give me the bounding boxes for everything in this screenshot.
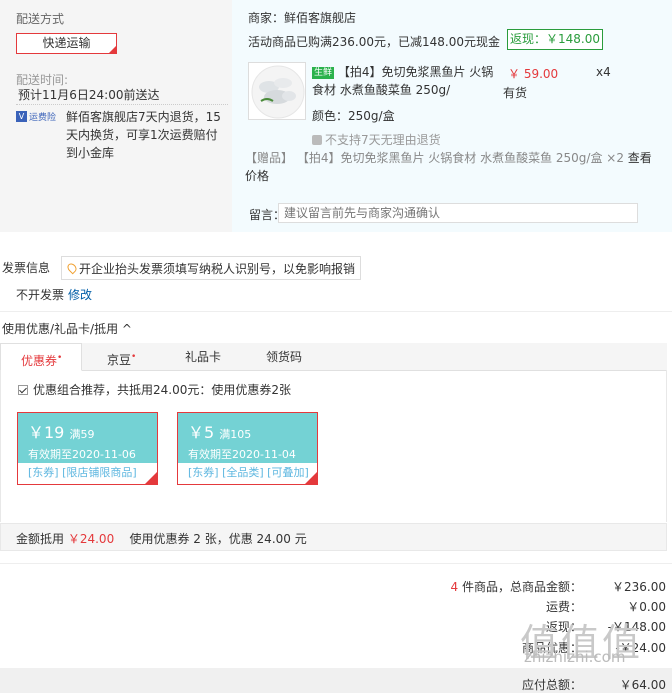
message-input[interactable] (278, 203, 638, 223)
gift-line: 【赠品】 【拍4】免切免浆黑鱼片 火锅食材 水煮鱼酸菜鱼 250g/盒 ×2 查… (245, 149, 655, 185)
section-divider (0, 311, 672, 312)
no-return-notice: 不支持7天无理由退货 (312, 131, 441, 148)
discount-header-label: 使用优惠/礼品卡/抵用 (2, 322, 119, 336)
shipping-method-label: 快递运输 (42, 36, 91, 50)
tab-dot-icon: • (57, 353, 63, 363)
goods-count-text: 件商品，总商品金额： (461, 580, 582, 594)
cashback-badge: 返现：￥148.00 (507, 29, 603, 50)
goods-count-label: 4 件商品，总商品金额： (382, 578, 582, 595)
coupon-amount: ￥19 (28, 423, 65, 442)
tab-coupons[interactable]: 优惠券• (0, 343, 82, 371)
coupon-scope: [东券] [限店铺限商品] (28, 466, 137, 479)
gift-text: 【赠品】 【拍4】免切免浆黑鱼片 火锅食材 水煮鱼酸菜鱼 250g/盒 ×2 (245, 151, 624, 165)
coupon-card-top: ￥5 满105 有效期至2020-11-04 (178, 413, 317, 463)
goods-count: 4 (450, 580, 459, 594)
insurance-shield-icon: V (16, 111, 27, 122)
combo-checkbox[interactable] (18, 384, 28, 395)
product-title-text[interactable]: 【拍4】免切免浆黑鱼片 火锅食材 水煮鱼酸菜鱼 250g/ (312, 65, 493, 97)
invoice-label: 发票信息 (2, 261, 51, 275)
tab-giftcard-label: 礼品卡 (185, 350, 222, 364)
coupon-card[interactable]: ￥5 满105 有效期至2020-11-04 [东券] [全品类] [可叠加] (177, 412, 318, 485)
watermark-url: zhizhizhi.com (524, 648, 626, 666)
coupon-amount: ￥5 (188, 423, 215, 442)
product-stock: 有货 (503, 86, 528, 100)
payable-label: 应付总额： (521, 678, 582, 692)
tab-giftcard[interactable]: 礼品卡 (185, 343, 221, 371)
product-price: ￥ 59.00 (508, 67, 559, 81)
location-pin-icon (65, 261, 79, 275)
shipping-method-button[interactable]: 快递运输 (16, 33, 117, 54)
tab-redeem-code-label: 领货码 (266, 350, 303, 364)
invoice-tip: 开企业抬头发票须填写纳税人识别号，以免影响报销 (61, 256, 362, 280)
coupon-condition: 满105 (219, 428, 252, 441)
selected-corner-icon (109, 46, 116, 53)
tab-dot-icon: • (131, 352, 137, 362)
combo-text: 优惠组合推荐，共抵用24.00元：使用优惠券2张 (33, 383, 291, 397)
product-quantity: x4 (596, 65, 611, 79)
selected-check-icon (145, 472, 157, 484)
tab-jingdou-label: 京豆 (107, 353, 132, 367)
coupon-summary: 金额抵用 ￥24.00 使用优惠券 2 张，优惠 24.00 元 (16, 530, 307, 547)
tab-jingdou[interactable]: 京豆• (107, 343, 136, 371)
discount-header[interactable]: 使用优惠/礼品卡/抵用 ^ (2, 320, 132, 337)
selected-check-icon (305, 472, 317, 484)
coupon-expiry: 有效期至2020-11-04 (188, 448, 296, 461)
coupon-expiry: 有效期至2020-11-06 (28, 448, 136, 461)
coupon-card-top: ￥19 满59 有效期至2020-11-06 (18, 413, 157, 463)
product-image[interactable] (248, 62, 306, 120)
tab-coupons-label: 优惠券 (21, 354, 58, 368)
chevron-up-icon: ^ (121, 322, 132, 336)
summary-text: 使用优惠券 2 张，优惠 24.00 元 (129, 532, 307, 546)
fish-slice-image (251, 65, 305, 119)
insurance-badge-label: 运费险 (29, 113, 57, 123)
info-icon (312, 134, 322, 145)
invoice-edit-link[interactable]: 修改 (68, 286, 92, 303)
discount-tabs: 优惠券• 京豆• 礼品卡 领货码 (0, 343, 667, 371)
summary-label: 金额抵用 (16, 532, 65, 546)
shipping-divider (16, 104, 228, 105)
fresh-tag: 生鲜 (312, 67, 335, 79)
section-divider (0, 563, 672, 564)
tab-redeem-code[interactable]: 领货码 (266, 343, 302, 371)
coupon-amount-row: ￥19 满59 (28, 419, 157, 443)
goods-total: ￥236.00 (612, 580, 666, 594)
invoice-value: 不开发票 (16, 288, 65, 302)
product-spec: 颜色：250g/盒 (312, 109, 395, 123)
shipping-title: 配送方式 (16, 12, 65, 26)
promo-text: 活动商品已购满236.00元，已减148.00元现金 (248, 35, 500, 49)
no-return-text: 不支持7天无理由退货 (325, 133, 441, 147)
invoice-tip-text: 开企业抬头发票须填写纳税人识别号，以免影响报销 (79, 261, 356, 276)
coupon-amount-row: ￥5 满105 (188, 419, 317, 443)
payable-total: ￥64.00 (619, 678, 666, 692)
shop-name: 商家：鲜佰客旗舰店 (248, 11, 357, 25)
summary-amount: ￥24.00 (67, 532, 115, 546)
delivery-time-value: 预计11月6日24:00前送达 (18, 88, 160, 102)
coupon-condition: 满59 (69, 428, 95, 441)
coupon-scope: [东券] [全品类] [可叠加] (188, 466, 309, 479)
combo-recommend[interactable]: 优惠组合推荐，共抵用24.00元：使用优惠券2张 (18, 381, 291, 398)
coupon-card[interactable]: ￥19 满59 有效期至2020-11-06 [东券] [限店铺限商品] (17, 412, 158, 485)
insurance-text: 鲜佰客旗舰店7天内退货，15天内换货，可享1次运费赔付到小金库 (66, 110, 221, 160)
insurance-badge: V 运费险 (16, 110, 56, 123)
product-title[interactable]: 生鲜 【拍4】免切免浆黑鱼片 火锅食材 水煮鱼酸菜鱼 250g/ (312, 63, 502, 99)
